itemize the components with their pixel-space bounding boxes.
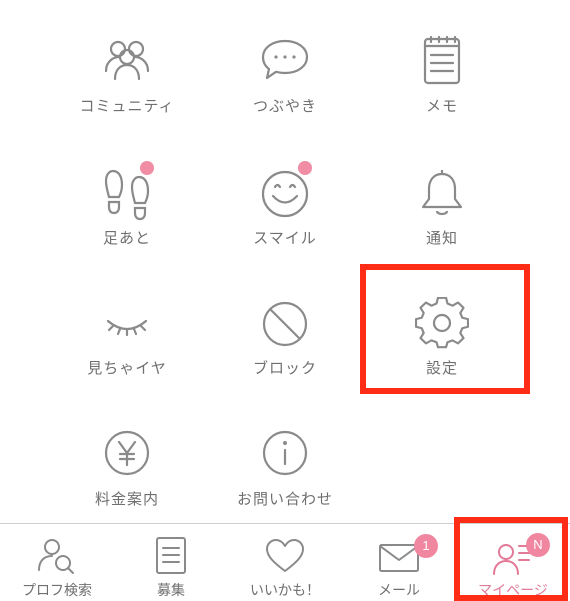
- menu-item-label: 料金案内: [94, 490, 159, 508]
- menu-item-pricing[interactable]: 料金案内: [57, 428, 197, 538]
- tab-label: いいかも！: [250, 583, 320, 599]
- tab-like[interactable]: いいかも！: [228, 524, 342, 601]
- tab-profile-search[interactable]: プロフ検索: [0, 524, 114, 601]
- menu-item-smile[interactable]: スマイル: [215, 161, 355, 277]
- heart-icon: [263, 536, 307, 576]
- yen-icon: [100, 428, 154, 482]
- tab-label: 募集: [157, 583, 185, 599]
- menu-item-label: スマイル: [253, 229, 317, 247]
- mypage-menu-grid: コミュニティ つぶやき メモ 足あと スマイル 通知 見ちゃイヤ ブロック 設定…: [0, 0, 570, 523]
- speech-bubble-icon: [258, 35, 312, 89]
- bottom-tab-bar: プロフ検索 募集 いいかも！ 1 メール N マイページ: [0, 517, 570, 601]
- bell-icon: [415, 167, 469, 221]
- tab-label: プロフ検索: [22, 583, 92, 599]
- menu-item-label: 足あと: [102, 229, 151, 247]
- menu-item-label: 通知: [425, 229, 458, 247]
- menu-item-contact[interactable]: お問い合わせ: [215, 428, 355, 538]
- menu-item-hide[interactable]: 見ちゃイヤ: [57, 297, 197, 407]
- menu-item-label: つぶやき: [252, 97, 317, 115]
- tab-mail[interactable]: 1 メール: [342, 524, 456, 601]
- menu-item-label: 見ちゃイヤ: [87, 359, 167, 377]
- community-icon: [100, 35, 154, 89]
- tab-recruit[interactable]: 募集: [114, 524, 228, 601]
- tab-label: メール: [378, 583, 420, 599]
- new-indicator-dot: [298, 161, 312, 175]
- block-icon: [258, 297, 312, 351]
- footprints-icon: [100, 167, 154, 221]
- menu-item-footprints[interactable]: 足あと: [57, 161, 197, 277]
- menu-item-tweet[interactable]: つぶやき: [215, 35, 355, 145]
- menu-item-notification[interactable]: 通知: [372, 167, 512, 277]
- closed-eye-icon: [100, 297, 154, 351]
- mypage-highlight: [454, 517, 568, 601]
- memo-icon: [415, 35, 469, 89]
- menu-item-label: お問い合わせ: [236, 490, 333, 508]
- settings-highlight: [360, 264, 530, 394]
- menu-item-block[interactable]: ブロック: [215, 297, 355, 407]
- menu-item-label: メモ: [425, 97, 458, 115]
- menu-item-memo[interactable]: メモ: [372, 35, 512, 145]
- menu-item-community[interactable]: コミュニティ: [57, 35, 197, 145]
- mail-unread-badge: 1: [414, 534, 438, 558]
- new-indicator-dot: [140, 161, 154, 175]
- smile-icon: [258, 167, 312, 221]
- menu-item-label: コミュニティ: [79, 97, 175, 115]
- menu-item-label: ブロック: [252, 359, 317, 377]
- info-icon: [258, 428, 312, 482]
- list-icon: [149, 536, 193, 576]
- profile-search-icon: [35, 536, 79, 576]
